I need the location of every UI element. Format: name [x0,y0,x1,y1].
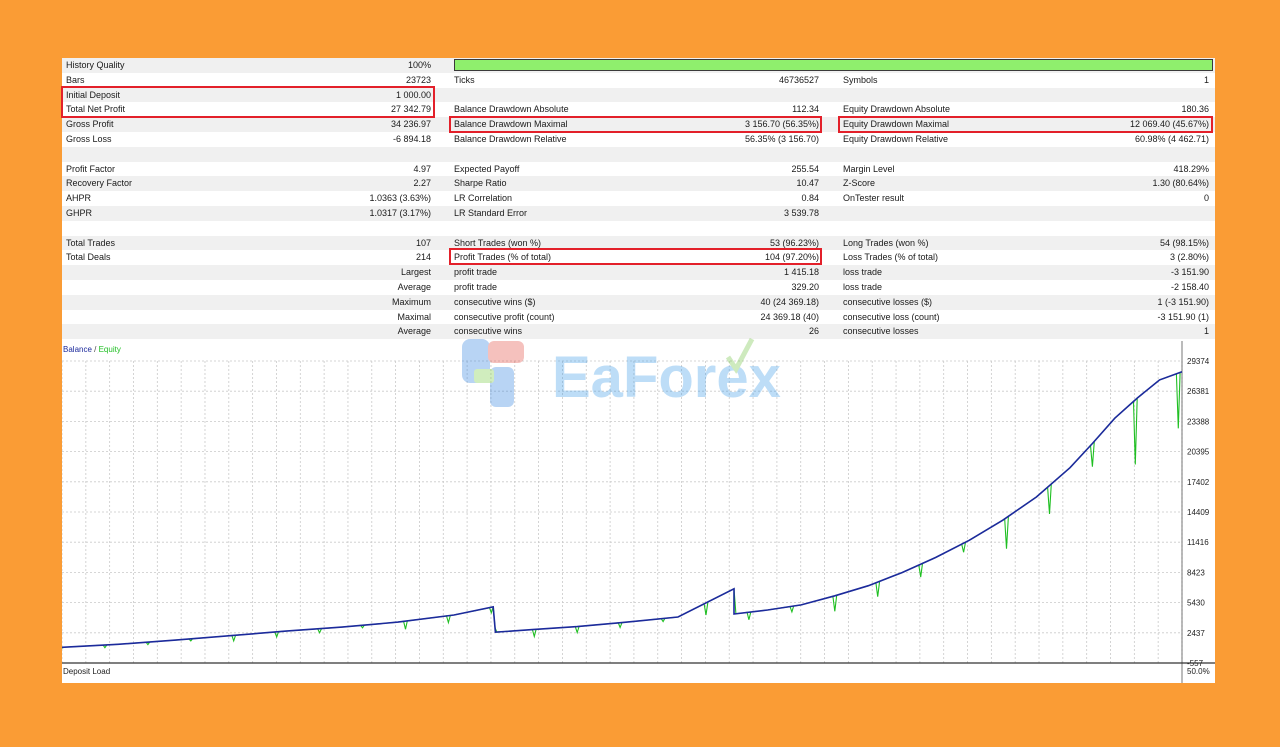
stat-value: 34 236.97 [390,119,431,130]
chart-legend: Balance / Equity [63,345,121,354]
legend-separator: / [92,345,99,354]
stat-value: 1.30 (80.64%) [1152,178,1209,189]
stat-value: -3 151.90 (1) [1157,311,1209,322]
deposit-load-chart: Deposit Load50.0%0.0% [63,667,1210,676]
stat-value: 3 (2.80%) [1169,252,1209,263]
chart-series [62,371,1183,649]
stat-value: 1.0317 (3.17%) [369,208,431,218]
stat-value: 24 369.18 (40) [760,311,819,322]
highlight-deposit-profit [61,86,435,118]
stat-label: Total Trades [66,237,116,248]
stat-value: 4.97 [413,163,431,174]
stat-label: Gross Profit [66,119,114,130]
report-row: History Quality 100% [62,58,1215,73]
y-tick-label: 8423 [1187,568,1205,577]
load-tick-label: 50.0% [1187,667,1210,676]
stat-value: 1 415.18 [783,267,819,278]
y-tick-label: 23388 [1187,417,1210,426]
y-tick-label: 14409 [1187,508,1210,517]
highlight-balance-drawdown [449,116,822,133]
report-row [62,221,1215,236]
stat-value: 2.27 [413,178,431,189]
y-tick-label: 2437 [1187,629,1205,638]
stat-value: 0.84 [801,193,819,204]
backtest-report-panel: History Quality 100% Bars 23723 Ticks 4673652… [61,58,1215,683]
highlight-equity-drawdown [838,116,1213,133]
stat-label: Recovery Factor [66,178,133,189]
stat-value: 255.54 [791,163,819,174]
stat-value: Maximal [397,311,431,322]
stat-label: Total Deals [66,252,111,263]
deposit-load-title: Deposit Load [63,667,110,676]
stat-value: Average [397,326,431,337]
report-row: Average profit trade 329.20 loss trade -2 15… [62,280,1215,295]
stat-value: 0 [1203,193,1209,204]
y-tick-label: 20395 [1187,448,1210,457]
watermark-text: EaForex [552,345,781,410]
balance-line [62,371,1183,649]
stat-value: 56.35% (3 156.70) [744,134,819,144]
stat-value: 214 [415,252,431,263]
report-row: Maximal consecutive profit (count) 24 369.… [62,310,1215,325]
history-quality-bar [454,59,1213,71]
stat-value: 1 [1203,326,1209,337]
report-row: Largest profit trade 1 415.18 loss trade -3 … [62,265,1215,280]
stat-value: 10.47 [796,178,819,189]
stat-value: Average [397,282,431,292]
stat-value: 112.34 [792,104,819,115]
report-row: Maximum consecutive wins ($) 40 (24 369.18… [62,294,1215,310]
report-row: Gross Loss -6 894.18 Balance Drawdown Rela… [62,132,1215,147]
chart-legend-text: Balance / Equity [63,345,121,354]
legend-balance: Balance [63,345,92,354]
legend-equity: Equity [99,345,121,354]
stat-value: Largest [400,267,431,278]
report-row: Profit Factor 4.97 Expected Payoff 255.54 Ma… [62,162,1215,177]
report-row: GHPR 1.0317 (3.17%) LR Standard Error 3 539… [62,206,1215,221]
stat-label: AHPR [66,193,92,204]
equity-line [62,371,1183,649]
stat-value: 54 (98.15%) [1159,237,1209,248]
y-tick-label: 5430 [1187,599,1205,608]
report-row [62,146,1215,162]
stat-value: 40 (24 369.18) [760,296,819,307]
stat-value: 329.20 [791,282,819,292]
y-tick-label: 17402 [1187,478,1210,487]
stat-value: 107 [415,237,431,248]
y-tick-label: 29374 [1187,357,1210,366]
highlight-profit-trades [449,248,822,265]
stat-value: 60.98% (4 462.71) [1134,134,1209,144]
stat-value: 46736527 [778,74,819,85]
stat-label: Profit Factor [66,163,116,174]
stat-label: GHPR [66,208,93,218]
stat-value: 1 [1203,74,1209,85]
stat-value: 100% [407,60,431,70]
stat-value: Maximum [391,296,431,307]
stat-value: 180.36 [1181,104,1209,115]
stat-value: -2 158.40 [1170,282,1209,292]
stat-value: 1 (-3 151.90) [1157,296,1209,307]
eaforex-watermark-logo: EaForex [462,337,781,410]
stat-value: 1.0363 (3.63%) [369,193,431,204]
y-tick-label: 11416 [1187,538,1209,547]
stat-value: -6 894.18 [392,134,431,144]
stat-label: History Quality [66,60,125,70]
y-tick-label: 26381 [1187,387,1210,396]
stat-value: -3 151.90 [1170,267,1209,278]
stat-label: Gross Loss [66,134,112,144]
report-row: AHPR 1.0363 (3.63%) LR Correlation 0.84 OnTe… [62,191,1215,206]
report-row: Recovery Factor 2.27 Sharpe Ratio 10.47 Z-Sc… [62,176,1215,192]
stat-value: 3 539.78 [783,208,819,218]
stat-value: 418.29% [1173,163,1209,174]
chart-y-axis: 29374 26381 23388 20395 17402 14409 11416 8423 5… [1187,357,1210,668]
